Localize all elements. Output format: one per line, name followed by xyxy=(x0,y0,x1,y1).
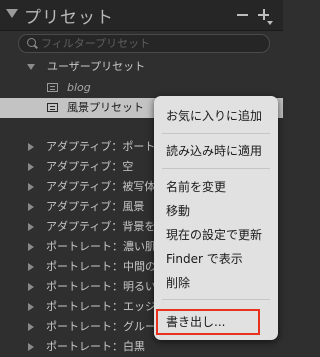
panel-title: プリセット xyxy=(24,8,114,28)
remove-preset-icon[interactable] xyxy=(237,14,248,16)
menu-separator xyxy=(162,168,270,169)
group-label: アダプティブ：背景を xyxy=(46,220,156,233)
collapsed-triangle-icon[interactable] xyxy=(28,203,34,211)
preset-icon xyxy=(47,83,58,92)
collapsed-triangle-icon[interactable] xyxy=(28,183,34,191)
group-label: ポートレート：濃い肌 xyxy=(46,240,156,253)
add-preset-icon[interactable] xyxy=(257,5,273,25)
preset-item-blog[interactable]: blog xyxy=(0,78,283,98)
collapsed-triangle-icon[interactable] xyxy=(28,143,34,151)
collapsed-triangle-icon[interactable] xyxy=(28,163,34,171)
collapsed-triangle-icon[interactable] xyxy=(28,243,34,251)
menu-separator xyxy=(162,133,270,134)
tree-group-user-presets[interactable]: ユーザープリセット xyxy=(0,57,283,77)
group-label: アダプティブ：空 xyxy=(46,160,134,173)
collapse-triangle-icon[interactable] xyxy=(6,9,18,18)
tree-group[interactable]: ポートレート：白黒 xyxy=(0,337,283,357)
group-label: ポートレート：白黒 xyxy=(46,340,145,353)
group-label: ポートレート：エッジ xyxy=(46,300,156,313)
preset-icon xyxy=(47,103,58,112)
preset-label: 風景プリセット xyxy=(67,101,144,114)
menu-item-rename[interactable]: 名前を変更 xyxy=(166,178,226,196)
menu-item-show-in-finder[interactable]: Finder で表示 xyxy=(166,250,243,268)
menu-item-delete[interactable]: 削除 xyxy=(166,274,190,292)
group-label: アダプティブ：被写体 xyxy=(46,180,156,193)
collapsed-triangle-icon[interactable] xyxy=(28,223,34,231)
group-label: アダプティブ：ポート xyxy=(46,140,156,153)
collapsed-triangle-icon[interactable] xyxy=(28,343,34,351)
menu-item-update-current[interactable]: 現在の設定で更新 xyxy=(166,226,262,244)
group-label: ポートレート：明るい xyxy=(46,280,156,293)
presets-panel-header[interactable]: プリセット xyxy=(0,0,283,31)
collapsed-triangle-icon[interactable] xyxy=(28,283,34,291)
menu-separator xyxy=(162,299,270,300)
group-label: アダプティブ：風景 xyxy=(46,200,145,213)
menu-item-add-favorite[interactable]: お気に入りに追加 xyxy=(166,107,262,125)
search-icon xyxy=(27,38,36,47)
collapsed-triangle-icon[interactable] xyxy=(28,323,34,331)
expanded-triangle-icon[interactable] xyxy=(27,64,35,70)
group-label: ユーザープリセット xyxy=(47,60,146,73)
group-label: ポートレート：中間の xyxy=(46,260,156,273)
preset-search-field[interactable] xyxy=(18,34,270,53)
menu-item-move[interactable]: 移動 xyxy=(166,202,190,220)
export-highlight-box xyxy=(156,309,260,335)
collapsed-triangle-icon[interactable] xyxy=(28,303,34,311)
context-menu: お気に入りに追加 読み込み時に適用 名前を変更 移動 現在の設定で更新 Find… xyxy=(154,96,278,340)
group-label: ポートレート：グルー xyxy=(46,320,156,333)
search-input[interactable] xyxy=(41,35,261,52)
preset-label: blog xyxy=(67,81,91,94)
collapsed-triangle-icon[interactable] xyxy=(28,263,34,271)
menu-item-apply-on-import[interactable]: 読み込み時に適用 xyxy=(166,142,262,160)
